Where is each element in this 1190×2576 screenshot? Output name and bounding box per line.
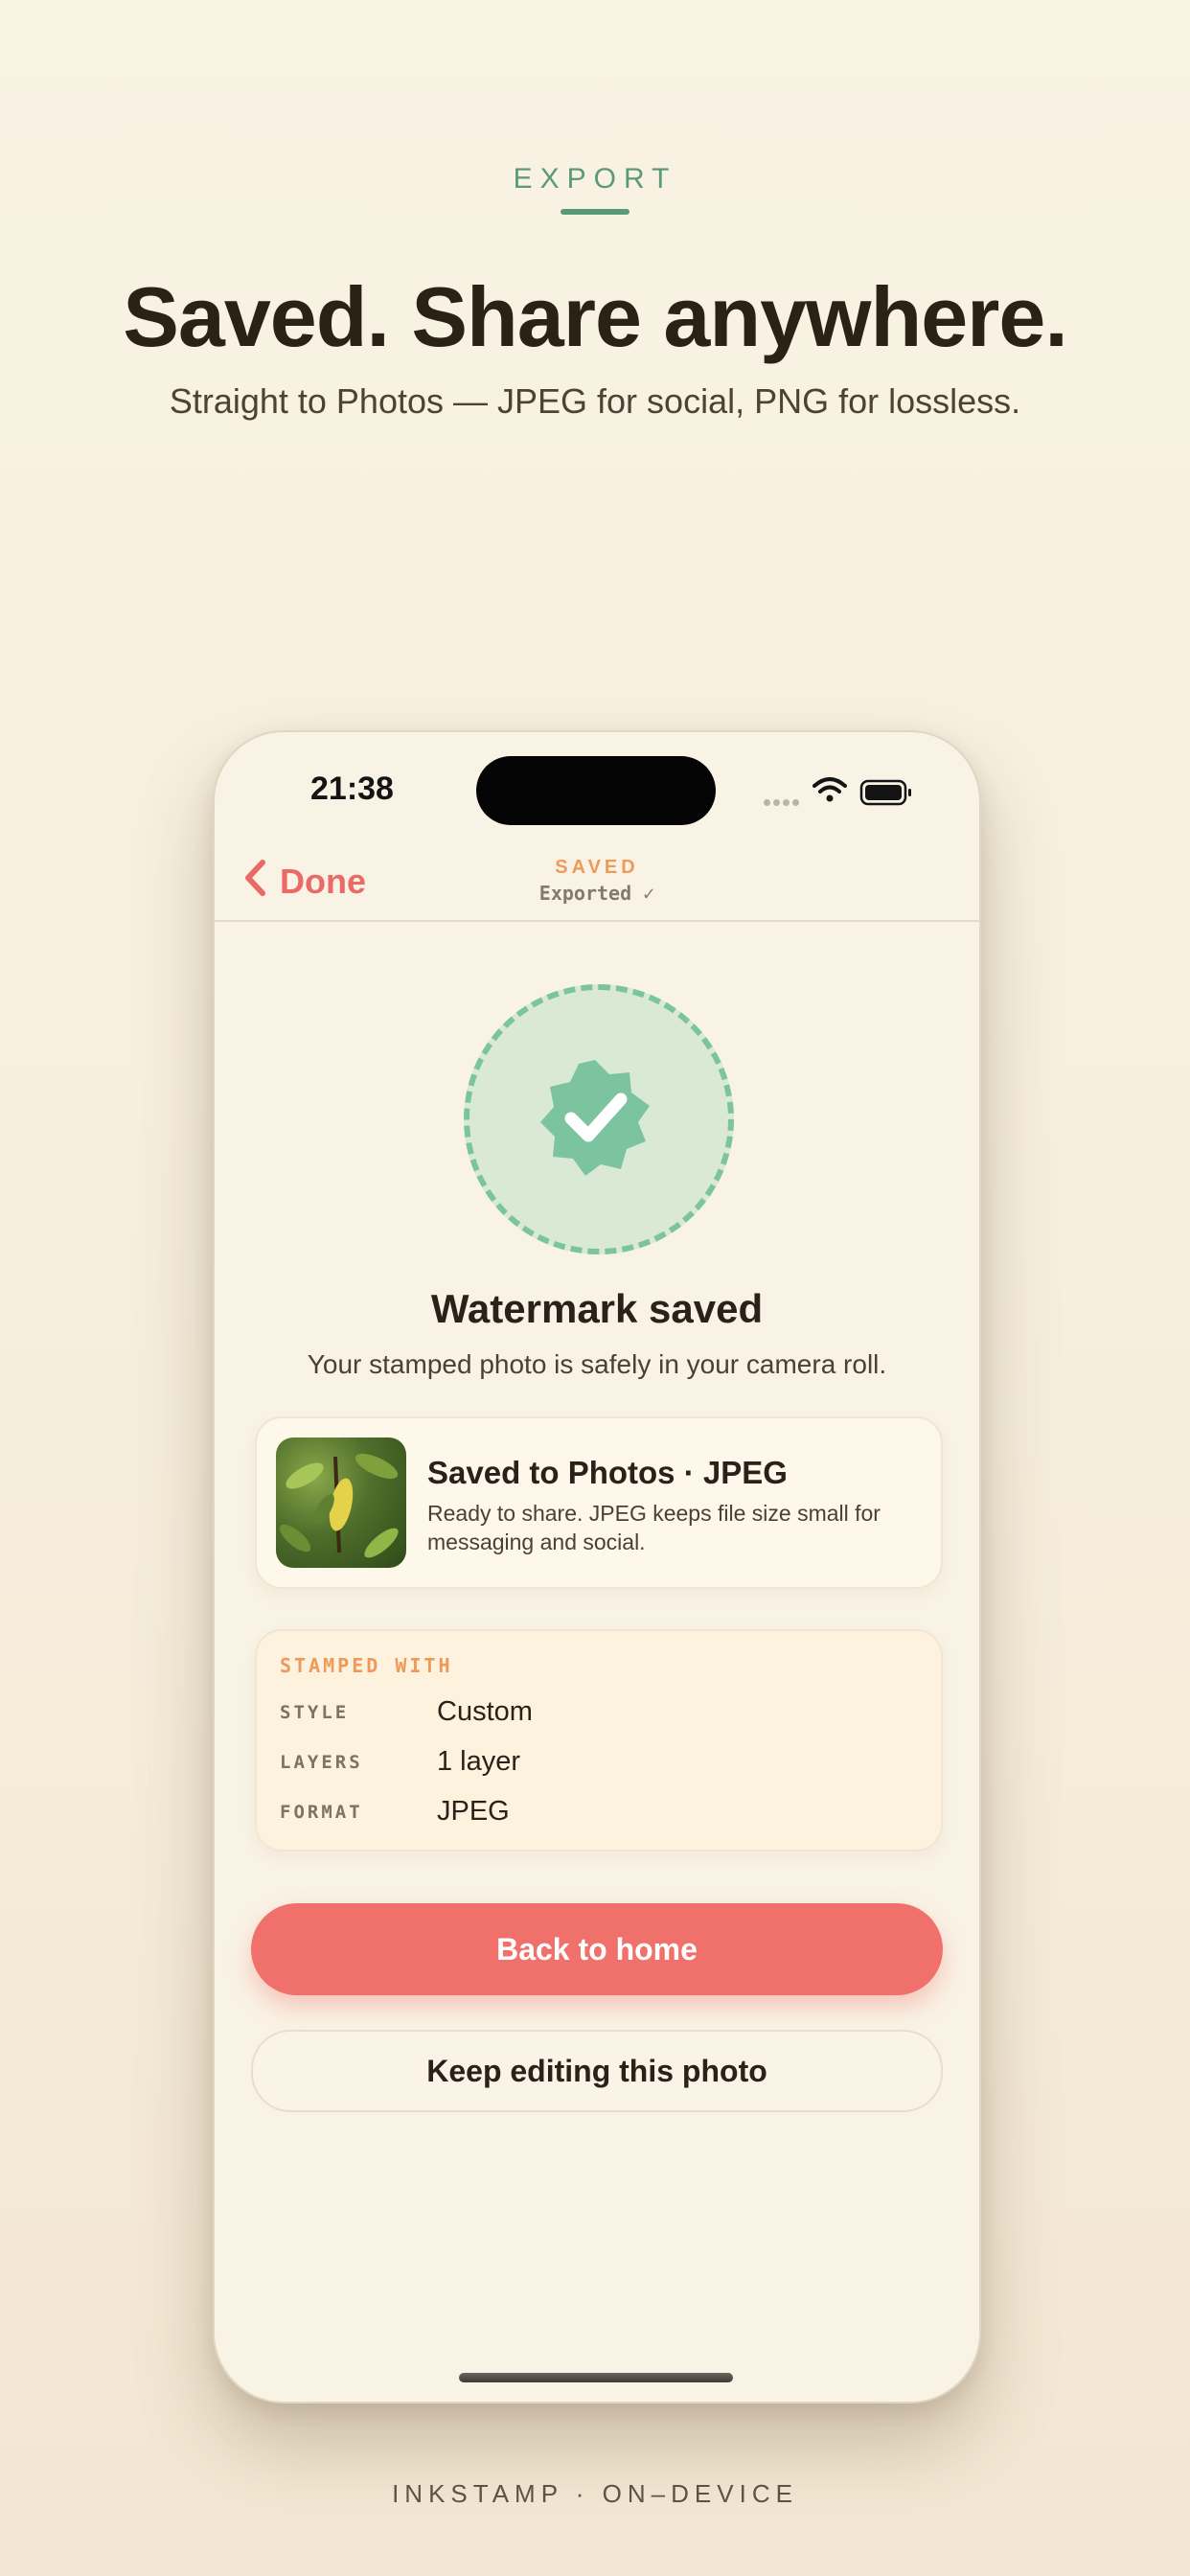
photo-thumbnail	[276, 1438, 406, 1568]
row-key-layers: LAYERS	[280, 1752, 363, 1773]
nav-subtitle: Exported ✓	[538, 882, 655, 905]
keep-editing-button[interactable]: Keep editing this photo	[251, 2030, 943, 2112]
back-to-home-button[interactable]: Back to home	[251, 1903, 943, 1995]
home-indicator[interactable]	[459, 2373, 733, 2382]
battery-icon	[859, 778, 913, 812]
phone-frame: 21:38 Done SAVED Exported ✓ Watermark sa…	[213, 730, 981, 2404]
dynamic-island	[476, 756, 716, 825]
footer-brand: INKSTAMP · ON–DEVICE	[392, 2479, 798, 2508]
eyebrow-rule	[561, 209, 629, 215]
signal-icon	[764, 794, 802, 811]
nav-title: SAVED	[555, 857, 639, 878]
wifi-icon	[812, 776, 847, 808]
row-value-format: JPEG	[437, 1796, 510, 1827]
row-key-style: STYLE	[280, 1702, 350, 1723]
subhead: Straight to Photos — JPEG for social, PN…	[169, 381, 1021, 421]
row-value-layers: 1 layer	[437, 1746, 521, 1777]
eyebrow: EXPORT	[513, 163, 677, 195]
saved-description: Your stamped photo is safely in your cam…	[307, 1349, 887, 1379]
photo-card-description: Ready to share. JPEG keeps file size sma…	[427, 1501, 881, 1554]
check-badge-icon	[533, 1055, 657, 1184]
status-time: 21:38	[310, 770, 394, 807]
row-value-style: Custom	[437, 1696, 533, 1727]
photo-card: Saved to Photos · JPEG Ready to share. J…	[255, 1416, 943, 1589]
nav-divider	[215, 920, 979, 922]
photo-card-title: Saved to Photos · JPEG	[427, 1455, 788, 1490]
stamp-card: STAMPED WITH STYLE Custom LAYERS 1 layer…	[255, 1629, 943, 1852]
row-key-format: FORMAT	[280, 1802, 363, 1823]
stamp-card-heading: STAMPED WITH	[280, 1654, 453, 1677]
headline: Saved. Share anywhere.	[123, 269, 1068, 364]
saved-title: Watermark saved	[430, 1286, 764, 1331]
